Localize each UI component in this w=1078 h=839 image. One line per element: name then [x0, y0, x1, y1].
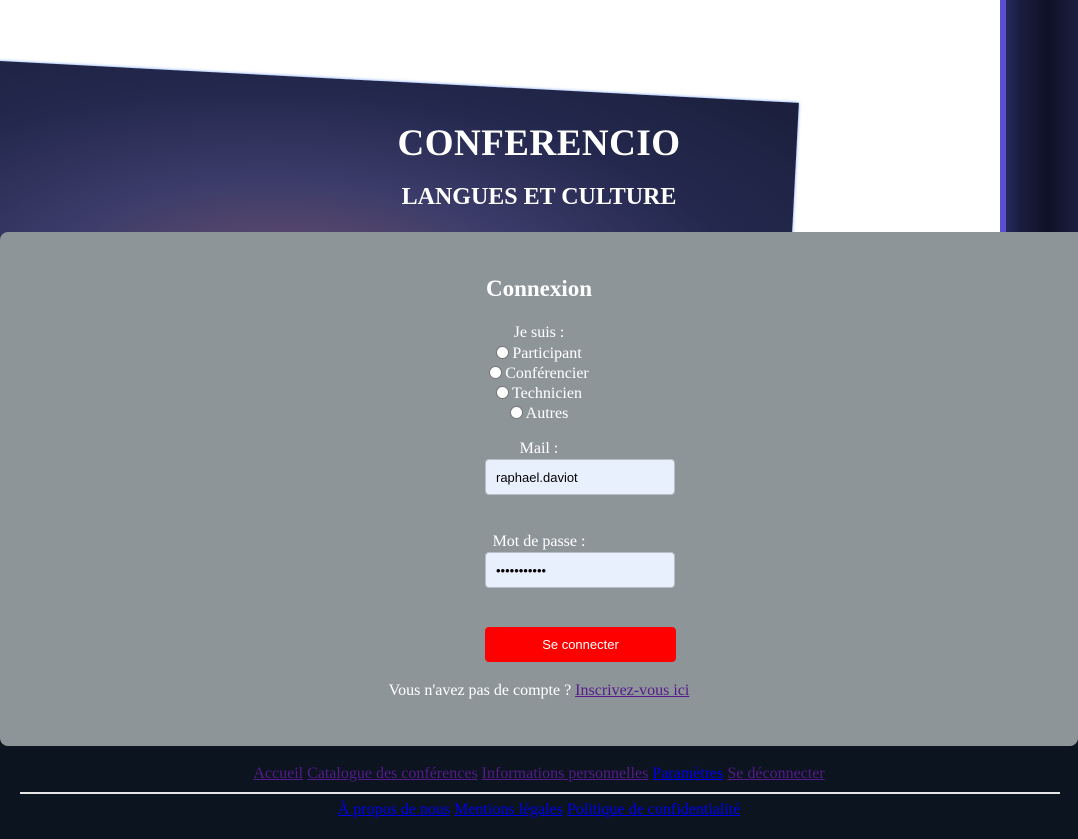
- role-option-technicien[interactable]: Technicien: [0, 384, 1078, 404]
- mail-label: Mail :: [519, 440, 559, 457]
- role-label: Je suis :: [513, 324, 565, 341]
- role-option-label: Autres: [525, 405, 569, 422]
- password-label: Mot de passe :: [492, 533, 586, 550]
- role-option-label: Technicien: [512, 385, 582, 402]
- footer-legal-links: À propos de nous Mentions légales Politi…: [0, 801, 1078, 819]
- password-input[interactable]: •••••••••••: [485, 552, 675, 588]
- footer-navigation: Accueil Catalogue des conférences Inform…: [0, 765, 1078, 783]
- signup-prompt: Vous n'avez pas de compte ? Inscrivez-vo…: [0, 682, 1078, 700]
- footer-link-mentions[interactable]: Mentions légales: [454, 801, 563, 818]
- radio-conferencier[interactable]: [489, 365, 503, 379]
- signup-link[interactable]: Inscrivez-vous ici: [575, 682, 689, 699]
- role-option-conferencier[interactable]: Conférencier: [0, 364, 1078, 384]
- radio-technicien[interactable]: [496, 385, 510, 399]
- role-option-autres[interactable]: Autres: [0, 404, 1078, 424]
- footer-link-deconnexion[interactable]: Se déconnecter: [727, 765, 824, 782]
- site-title: CONFERENCIO: [397, 123, 681, 164]
- hero-banner: CONFERENCIO LANGUES ET CULTURE: [0, 0, 1078, 240]
- radio-autres[interactable]: [509, 405, 523, 419]
- login-panel: Connexion Je suis : Participant Conféren…: [0, 232, 1078, 746]
- footer-link-accueil[interactable]: Accueil: [253, 765, 303, 782]
- signup-text: Vous n'avez pas de compte ?: [388, 682, 572, 699]
- role-option-label: Participant: [512, 345, 582, 362]
- site-subtitle: LANGUES ET CULTURE: [401, 184, 677, 210]
- footer-link-privacy[interactable]: Politique de confidentialité: [567, 801, 740, 818]
- footer-link-parametres[interactable]: Paramètres: [652, 765, 723, 782]
- footer-link-about[interactable]: À propos de nous: [338, 801, 450, 818]
- role-option-participant[interactable]: Participant: [0, 344, 1078, 364]
- radio-participant[interactable]: [496, 345, 510, 359]
- role-option-label: Conférencier: [505, 365, 589, 382]
- login-button[interactable]: Se connecter: [485, 627, 676, 662]
- login-title: Connexion: [485, 276, 593, 301]
- footer-link-informations[interactable]: Informations personnelles: [482, 765, 649, 782]
- mail-input[interactable]: raphael.daviot: [485, 459, 675, 495]
- footer-link-catalogue[interactable]: Catalogue des conférences: [307, 765, 478, 782]
- footer-divider: [20, 792, 1060, 794]
